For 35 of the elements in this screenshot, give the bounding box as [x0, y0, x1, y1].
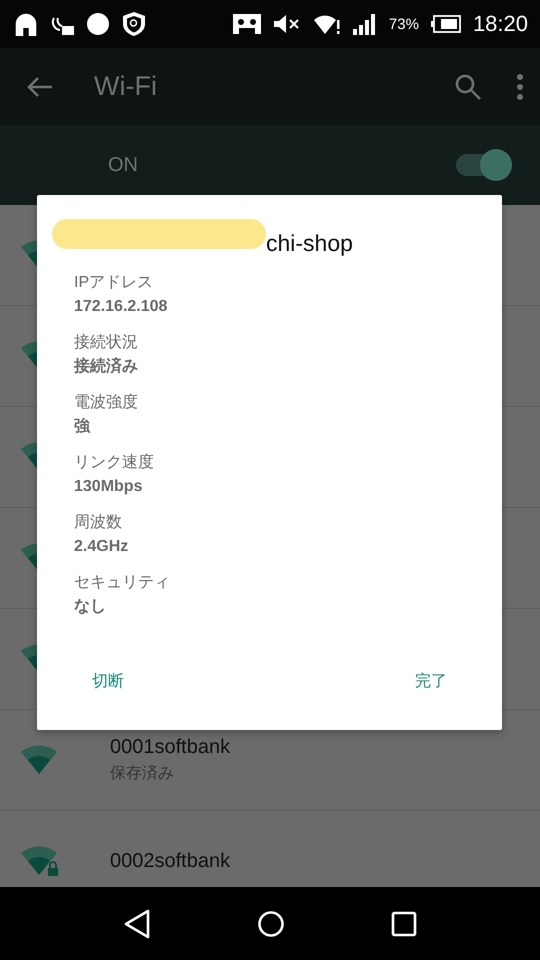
done-button[interactable]: 完了	[407, 665, 455, 698]
search-icon[interactable]	[454, 72, 482, 100]
recents-icon[interactable]	[391, 910, 417, 936]
network-status: 保存済み	[110, 764, 175, 784]
disconnect-button[interactable]: 切断	[84, 665, 132, 698]
wifi-alert-icon	[312, 13, 341, 35]
detail-value: 接続済み	[74, 356, 139, 377]
network-name[interactable]: 0002softbank	[110, 850, 230, 872]
screen-title: Wi-Fi	[94, 71, 158, 102]
clock: 18:20	[472, 11, 528, 37]
more-icon[interactable]	[516, 74, 524, 100]
back-arrow-icon[interactable]	[26, 74, 54, 98]
network-name[interactable]: 0001softbank	[110, 736, 230, 759]
detail-label: セキュリティ	[74, 573, 171, 593]
shield-icon	[122, 11, 146, 37]
cassette-icon	[232, 13, 261, 35]
back-icon[interactable]	[123, 908, 151, 938]
home-icon[interactable]	[257, 910, 285, 938]
wifi-switch-label: ON	[108, 154, 139, 176]
detail-value: 強	[74, 416, 92, 437]
detail-value: 172.16.2.108	[74, 297, 168, 317]
battery-icon	[430, 15, 461, 33]
detail-value: 130Mbps	[74, 477, 144, 497]
detail-label: リンク速度	[74, 452, 155, 473]
dialog-title: chi-shop	[266, 230, 353, 257]
detail-label: IPアドレス	[74, 273, 154, 293]
detail-label: 周波数	[74, 512, 123, 533]
detail-value: なし	[74, 597, 107, 617]
battery-percent: 73%	[388, 16, 419, 32]
circle-icon	[86, 12, 110, 36]
signal-icon	[352, 13, 377, 35]
detail-label: 電波強度	[74, 392, 139, 413]
mute-icon	[272, 13, 301, 35]
detail-value: 2.4GHz	[74, 537, 130, 557]
detail-label: 接続状況	[74, 332, 139, 353]
